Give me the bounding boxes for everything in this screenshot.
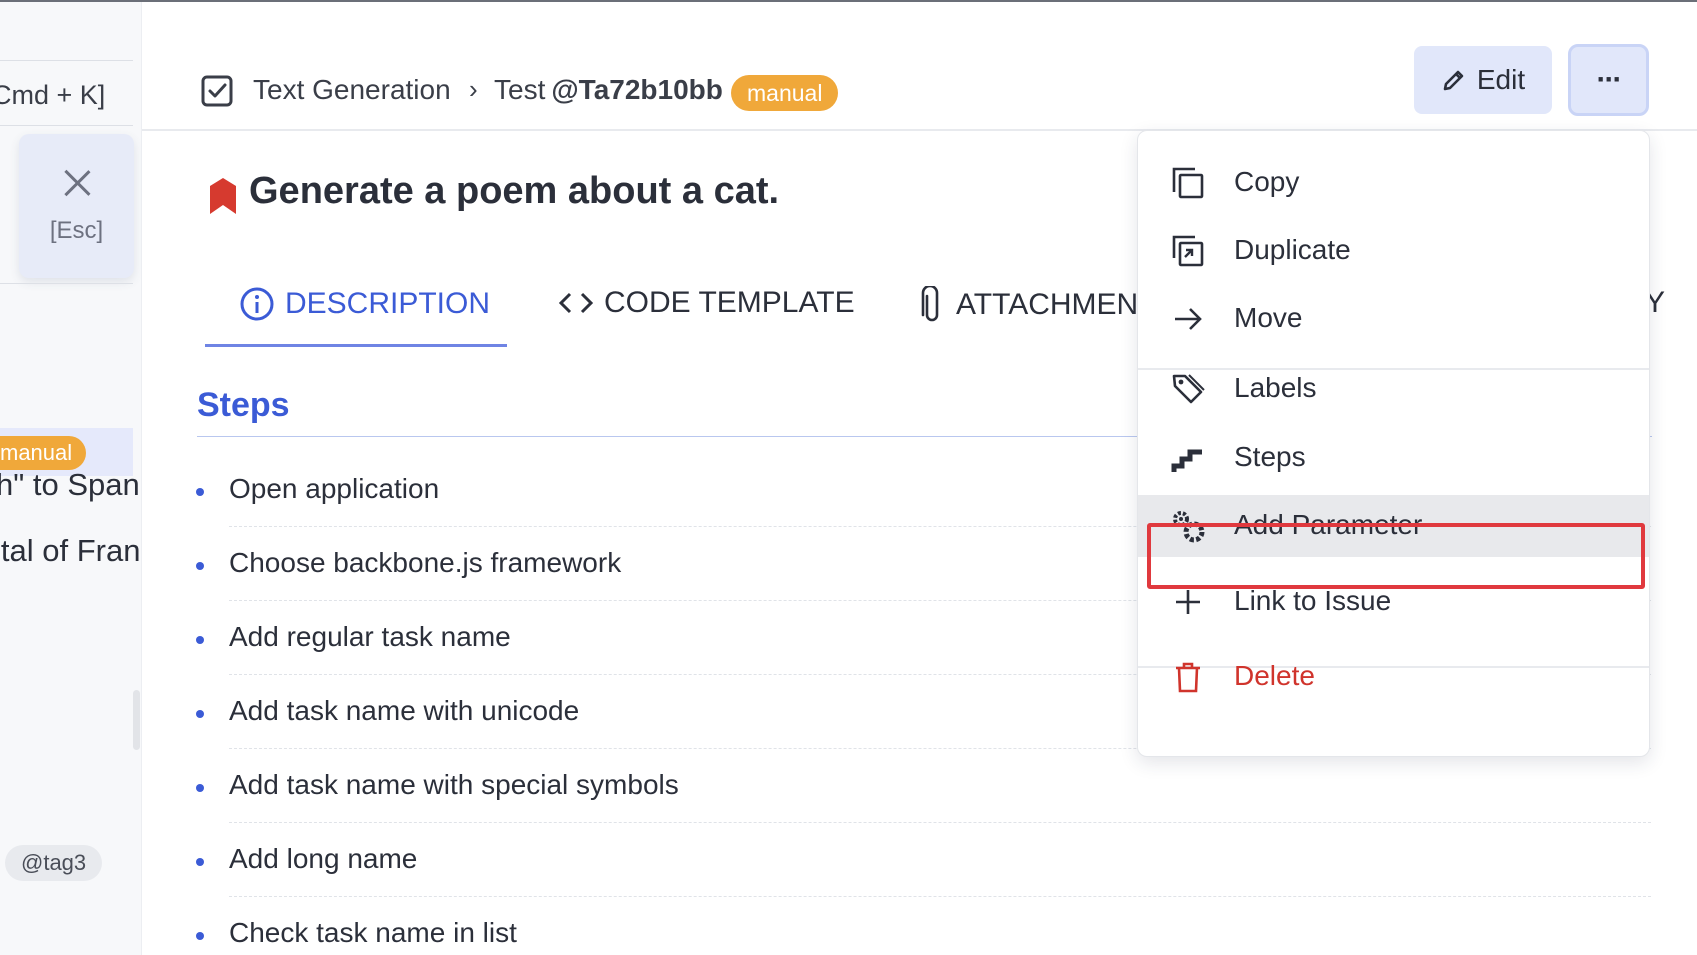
steps-heading: Steps — [197, 386, 290, 424]
step-text: Choose backbone.js framework — [229, 547, 622, 578]
menu-item-copy[interactable]: Copy — [1138, 152, 1649, 214]
priority-flag-icon — [210, 178, 236, 214]
tab-code-template[interactable]: CODE TEMPLATE — [558, 286, 855, 320]
code-icon — [558, 292, 594, 314]
breadcrumb-test-prefix: Test — [494, 74, 546, 105]
divider — [0, 125, 133, 126]
bullet — [196, 636, 204, 644]
copy-icon — [1172, 167, 1204, 199]
close-shortcut-label: [Esc] — [49, 217, 104, 244]
menu-item-steps[interactable]: Steps — [1138, 427, 1649, 489]
tab-label: DESCRIPTION — [285, 287, 491, 320]
divider — [229, 822, 1651, 823]
step-text: Check task name in list — [229, 917, 517, 948]
step-text: Open application — [229, 473, 440, 504]
bullet — [196, 932, 204, 940]
menu-label: Move — [1234, 302, 1303, 333]
page-title: Generate a poem about a cat. — [249, 170, 780, 212]
paperclip-icon — [921, 286, 939, 322]
test-list-panel: Cmd + K] [Esc] manual h" to Spanish ital… — [0, 2, 142, 955]
step-text: Add regular task name — [229, 621, 511, 652]
scrollbar[interactable] — [133, 690, 140, 750]
status-badge: manual — [731, 75, 839, 111]
tab-description[interactable]: DESCRIPTION — [239, 286, 490, 322]
divider — [229, 896, 1651, 897]
more-options-button[interactable]: ··· — [1568, 44, 1649, 116]
duplicate-icon — [1172, 235, 1204, 267]
trash-icon — [1176, 662, 1200, 693]
stairs-icon — [1171, 449, 1202, 472]
list-item: Check task name in list — [196, 913, 1651, 955]
test-id[interactable]: @Ta72b10bb — [551, 74, 723, 105]
more-options-menu: Copy Duplicate Move Labels Steps Add Par… — [1137, 130, 1650, 757]
search-shortcut-hint[interactable]: Cmd + K] — [0, 80, 105, 111]
highlight-outline — [1147, 523, 1645, 589]
breadcrumb-test: Test @Ta72b10bb — [494, 74, 723, 106]
menu-item-duplicate[interactable]: Duplicate — [1138, 220, 1649, 282]
pencil-icon — [1443, 70, 1464, 91]
menu-label: Labels — [1234, 372, 1317, 403]
tag-badge[interactable]: @tag3 — [5, 845, 103, 881]
bullet — [196, 858, 204, 866]
list-item[interactable]: h" to Spanish — [0, 467, 141, 503]
menu-label: Delete — [1234, 660, 1315, 691]
breadcrumb-suite[interactable]: Text Generation — [253, 74, 451, 106]
test-header: Text Generation › Test @Ta72b10bb manual … — [142, 2, 1697, 131]
bullet — [196, 488, 204, 496]
close-panel-button[interactable]: [Esc] — [19, 134, 134, 278]
menu-label: Duplicate — [1234, 234, 1351, 265]
list-item[interactable]: ital of France — [0, 533, 141, 569]
tags-icon — [1172, 374, 1205, 404]
divider — [0, 60, 133, 61]
plus-icon — [1176, 590, 1200, 614]
bullet — [196, 562, 204, 570]
checkbox-icon — [201, 75, 233, 107]
menu-item-move[interactable]: Move — [1138, 288, 1649, 350]
edit-button[interactable]: Edit — [1414, 46, 1552, 114]
list-item: Add long name — [196, 839, 1651, 913]
step-text: Add task name with unicode — [229, 695, 580, 726]
menu-label: Steps — [1234, 441, 1306, 472]
active-tab-indicator — [205, 344, 507, 347]
step-text: Add task name with special symbols — [229, 769, 679, 800]
bullet — [196, 784, 204, 792]
close-icon — [62, 168, 92, 198]
menu-label: Link to Issue — [1234, 585, 1392, 616]
status-badge: manual — [0, 436, 87, 470]
menu-label: Copy — [1234, 166, 1300, 197]
list-item: Add task name with special symbols — [196, 765, 1651, 839]
info-icon — [240, 287, 274, 321]
bullet — [196, 710, 204, 718]
tab-label: CODE TEMPLATE — [604, 286, 855, 319]
divider — [0, 283, 133, 284]
step-text: Add long name — [229, 843, 418, 874]
arrow-right-icon — [1175, 308, 1202, 330]
edit-label: Edit — [1476, 64, 1526, 95]
menu-item-delete[interactable]: Delete — [1138, 646, 1649, 708]
menu-item-labels[interactable]: Labels — [1138, 358, 1649, 420]
more-icon: ··· — [1596, 63, 1623, 96]
breadcrumb-separator: › — [469, 74, 478, 104]
